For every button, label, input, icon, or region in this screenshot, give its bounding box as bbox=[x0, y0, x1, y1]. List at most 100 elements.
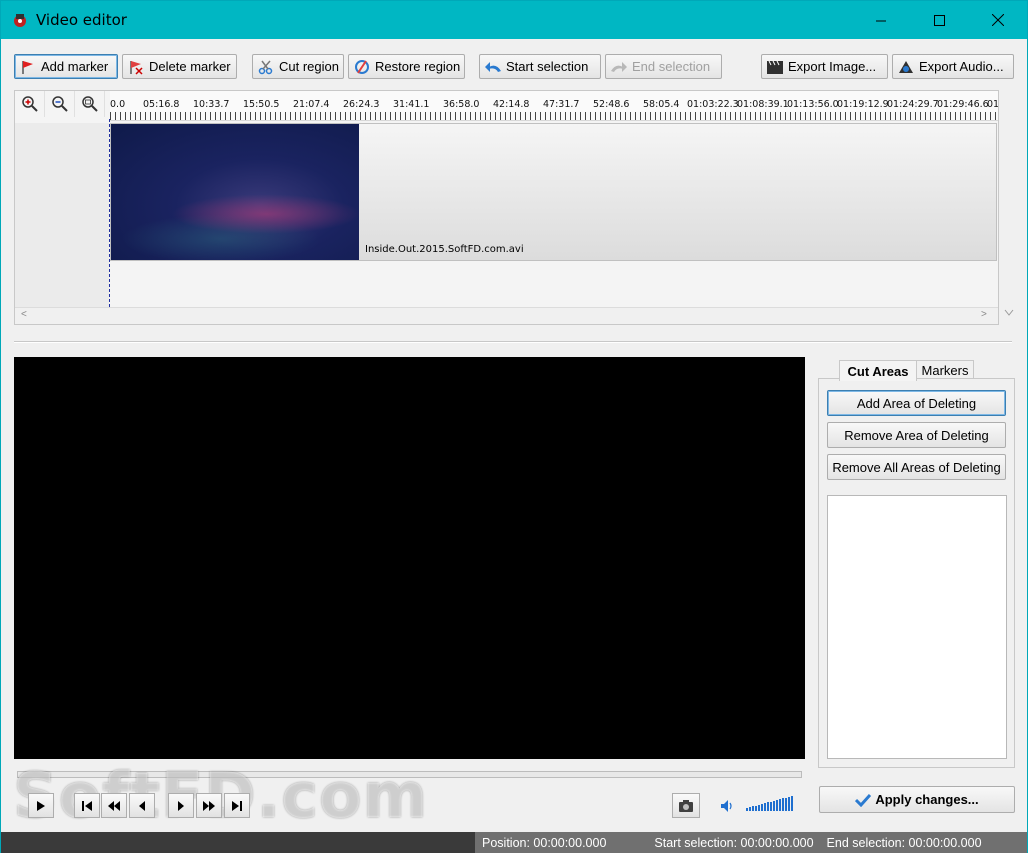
go-to-start-button[interactable] bbox=[74, 793, 100, 818]
delete-marker-button[interactable]: Delete marker bbox=[122, 54, 237, 79]
ruler-label: 01:03:22.3 bbox=[687, 99, 739, 110]
go-to-end-button[interactable] bbox=[224, 793, 250, 818]
thumbnail-pink-cloud bbox=[171, 194, 359, 234]
speaker-icon[interactable] bbox=[719, 798, 735, 814]
zoom-toolbar bbox=[15, 91, 110, 119]
fast-forward-icon bbox=[203, 800, 215, 811]
delete-flag-icon bbox=[130, 60, 143, 75]
ruler-label: 52:48.6 bbox=[593, 99, 630, 110]
skip-start-icon bbox=[82, 800, 92, 811]
seek-bar[interactable] bbox=[17, 771, 802, 778]
minimize-icon bbox=[875, 20, 886, 21]
remove-area-of-deleting-button[interactable]: Remove Area of Deleting bbox=[827, 422, 1006, 448]
clip-thumbnail[interactable] bbox=[111, 124, 359, 260]
restore-region-label: Restore region bbox=[375, 59, 461, 74]
ruler-label: 01:24:29.7 bbox=[887, 99, 939, 110]
ruler-label: 26:24.3 bbox=[343, 99, 380, 110]
zoom-out-icon bbox=[51, 96, 68, 112]
video-preview[interactable] bbox=[14, 357, 805, 759]
clapperboard-icon bbox=[767, 60, 783, 74]
play-button[interactable] bbox=[28, 793, 54, 818]
status-position: Position: 00:00:00.000 bbox=[482, 835, 607, 850]
apply-changes-button[interactable]: Apply changes... bbox=[819, 786, 1015, 813]
ruler-label: 36:58.0 bbox=[443, 99, 480, 110]
zoom-fit-button[interactable] bbox=[75, 91, 105, 117]
ruler-ticks bbox=[110, 112, 998, 120]
ruler-label: 42:14.8 bbox=[493, 99, 530, 110]
step-back-button[interactable] bbox=[129, 793, 155, 818]
export-image-label: Export Image... bbox=[788, 59, 877, 74]
volume-slider[interactable] bbox=[746, 795, 793, 811]
timeline-panel: 0.0 05:16.8 10:33.7 15:50.5 21:07.4 26:24.3 31… bbox=[14, 90, 999, 325]
status-bar: Position: 00:00:00.000 Start selection: … bbox=[1, 832, 1027, 853]
step-forward-button[interactable] bbox=[168, 793, 194, 818]
splitter[interactable] bbox=[14, 341, 1012, 343]
track-header bbox=[15, 123, 109, 307]
app-icon bbox=[14, 14, 26, 27]
volume-bar bbox=[791, 796, 793, 811]
export-audio-label: Export Audio... bbox=[919, 59, 1004, 74]
cut-areas-list[interactable] bbox=[827, 495, 1007, 759]
ruler-label: 01:08:39.1 bbox=[737, 99, 789, 110]
volume-bar bbox=[749, 807, 751, 811]
end-selection-button[interactable]: End selection bbox=[605, 54, 722, 79]
close-button[interactable] bbox=[969, 1, 1027, 39]
zoom-100-icon bbox=[81, 96, 98, 112]
apply-changes-label: Apply changes... bbox=[875, 792, 979, 807]
tab-markers[interactable]: Markers bbox=[916, 360, 974, 380]
status-right-area: Position: 00:00:00.000 Start selection: … bbox=[475, 832, 1027, 853]
scroll-right-arrow[interactable]: > bbox=[981, 309, 987, 320]
volume-bar bbox=[779, 799, 781, 811]
add-area-of-deleting-button[interactable]: Add Area of Deleting bbox=[827, 390, 1006, 416]
remove-area-label: Remove Area of Deleting bbox=[844, 427, 989, 443]
close-icon bbox=[992, 14, 1004, 26]
maximize-button[interactable] bbox=[910, 1, 968, 39]
status-start-selection: Start selection: 00:00:00.000 bbox=[654, 835, 814, 850]
window-title: Video editor bbox=[36, 11, 127, 29]
fast-forward-button[interactable] bbox=[196, 793, 222, 818]
scroll-left-arrow[interactable]: < bbox=[21, 309, 27, 320]
status-left-area bbox=[1, 832, 475, 853]
time-ruler[interactable]: 0.0 05:16.8 10:33.7 15:50.5 21:07.4 26:24.3 31… bbox=[110, 91, 998, 121]
snapshot-button[interactable] bbox=[672, 793, 700, 818]
zoom-out-button[interactable] bbox=[45, 91, 75, 117]
delete-marker-label: Delete marker bbox=[149, 59, 231, 74]
clip-filename: Inside.Out.2015.SoftFD.com.avi bbox=[365, 244, 524, 255]
cut-region-button[interactable]: Cut region bbox=[252, 54, 344, 79]
vscroll-down-icon[interactable] bbox=[1004, 309, 1014, 317]
export-image-button[interactable]: Export Image... bbox=[761, 54, 888, 79]
ruler-label: 10:33.7 bbox=[193, 99, 230, 110]
camera-icon bbox=[679, 799, 693, 812]
timeline-horizontal-scrollbar[interactable]: < > bbox=[15, 307, 998, 324]
start-selection-button[interactable]: Start selection bbox=[479, 54, 601, 79]
remove-all-areas-label: Remove All Areas of Deleting bbox=[832, 459, 1001, 475]
ruler-label: 0.0 bbox=[110, 99, 126, 110]
ruler-label: 47:31.7 bbox=[543, 99, 580, 110]
scissors-icon bbox=[258, 60, 273, 74]
volume-bar bbox=[761, 804, 763, 811]
volume-bar bbox=[785, 797, 787, 811]
volume-bar bbox=[746, 808, 748, 811]
add-area-label: Add Area of Deleting bbox=[856, 395, 977, 411]
volume-bar bbox=[764, 803, 766, 811]
restore-region-button[interactable]: Restore region bbox=[348, 54, 465, 79]
zoom-in-button[interactable] bbox=[15, 91, 45, 117]
volume-bar bbox=[788, 796, 790, 811]
volume-bar bbox=[767, 802, 769, 811]
volume-bar bbox=[776, 800, 778, 811]
maximize-icon bbox=[933, 14, 945, 26]
restore-icon bbox=[355, 59, 369, 74]
tab-cut-areas[interactable]: Cut Areas bbox=[839, 360, 917, 381]
playhead-line[interactable] bbox=[109, 119, 110, 307]
skip-end-icon bbox=[232, 800, 242, 811]
minimize-button[interactable] bbox=[852, 1, 910, 39]
volume-bar bbox=[773, 800, 775, 811]
add-marker-button[interactable]: Add marker bbox=[14, 54, 118, 79]
remove-all-areas-button[interactable]: Remove All Areas of Deleting bbox=[827, 454, 1006, 480]
volume-bar bbox=[752, 806, 754, 811]
export-audio-button[interactable]: Export Audio... bbox=[892, 54, 1014, 79]
video-track[interactable]: Inside.Out.2015.SoftFD.com.avi bbox=[110, 123, 997, 261]
tab-cut-areas-label: Cut Areas bbox=[847, 363, 909, 379]
rewind-button[interactable] bbox=[101, 793, 127, 818]
volume-bar bbox=[770, 801, 772, 811]
